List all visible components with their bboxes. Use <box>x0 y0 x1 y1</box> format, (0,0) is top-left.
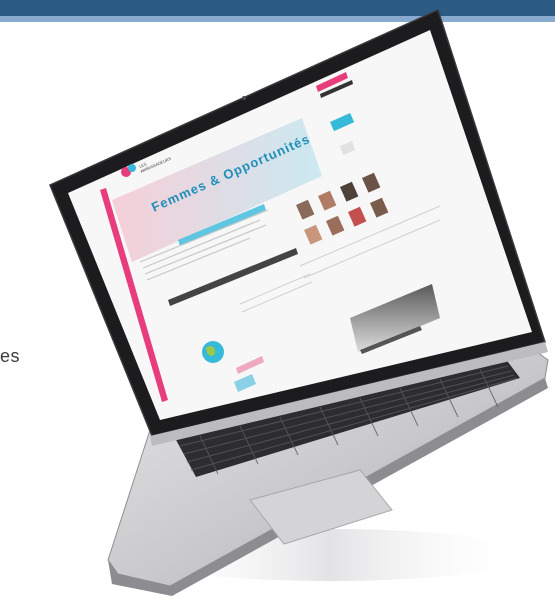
slide-canvas: es LES AMBASSADEURS Femmes & Opportunité… <box>0 0 555 598</box>
laptop-illustration: LES AMBASSADEURS Femmes & Opportunités <box>49 8 549 596</box>
webcam-icon <box>242 96 246 100</box>
